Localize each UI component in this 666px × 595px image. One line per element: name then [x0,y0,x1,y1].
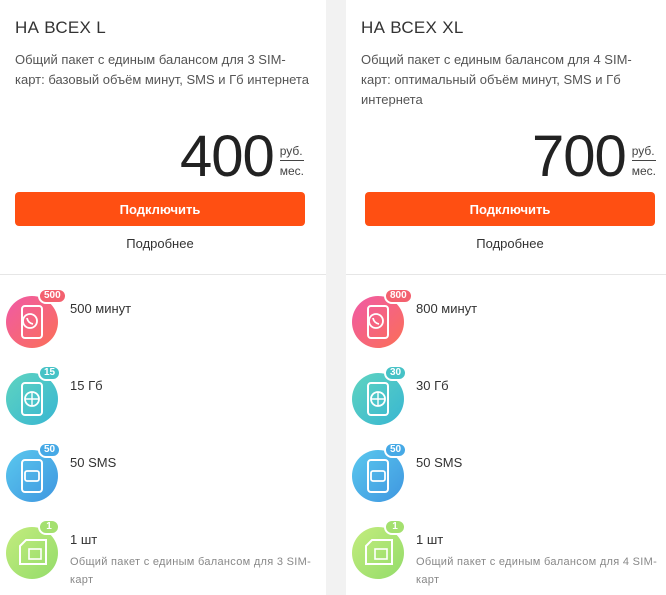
sms-badge: 50 [38,442,62,458]
sim-badge: 1 [38,519,60,535]
internet-badge: 15 [38,365,62,381]
details-link[interactable]: Подробнее [0,236,320,251]
plan-header: НА ВСЕХ L Общий пакет с единым балансом … [0,0,326,275]
price-unit: руб. мес. [279,144,304,178]
internet-badge: 30 [384,365,408,381]
price-value: 700 [531,124,627,189]
sms-badge: 50 [384,442,408,458]
sms-text: 50 SMS [416,455,463,470]
feature-minutes: 500 500 минут [0,288,326,366]
sim-card-icon: 1 [352,519,406,579]
price-period: мес. [279,164,304,178]
minutes-text: 800 минут [416,301,478,316]
price-value: 400 [179,124,275,189]
sim-badge: 1 [384,519,406,535]
feature-sim: 1 1 шт Общий пакет с единым балансом для… [346,519,666,595]
plan-title: НА ВСЕХ L [15,18,106,37]
price-currency: руб. [279,144,304,161]
sim-text: 1 шт [416,532,444,547]
plan-title: НА ВСЕХ XL [361,18,464,37]
internet-text: 30 Гб [416,378,449,393]
details-link[interactable]: Подробнее [346,236,666,251]
minutes-badge: 800 [384,288,413,304]
feature-minutes: 800 800 минут [346,288,666,366]
feature-sim: 1 1 шт Общий пакет с единым балансом для… [0,519,326,595]
feature-internet: 30 30 Гб [346,365,666,443]
connect-button[interactable]: Подключить [15,192,305,226]
plan-card-l: НА ВСЕХ L Общий пакет с единым балансом … [0,0,326,595]
plan-price: 700 руб. мес. [532,128,656,186]
globe-phone-icon: 15 [6,365,62,425]
sim-subtext: Общий пакет с единым балансом для 3 SIM-… [70,556,312,586]
internet-text: 15 Гб [70,378,103,393]
price-unit: руб. мес. [631,144,656,178]
phone-call-icon: 800 [352,288,413,348]
message-phone-icon: 50 [6,442,62,502]
feature-sms: 50 50 SMS [346,442,666,520]
sms-text: 50 SMS [70,455,117,470]
feature-internet: 15 15 Гб [0,365,326,443]
plan-description: Общий пакет с единым балансом для 4 SIM-… [361,52,632,107]
plan-card-xl: НА ВСЕХ XL Общий пакет с единым балансом… [346,0,666,595]
phone-call-icon: 500 [6,288,67,348]
sim-text: 1 шт [70,532,98,547]
plan-description: Общий пакет с единым балансом для 3 SIM-… [15,52,309,87]
globe-phone-icon: 30 [352,365,408,425]
plan-header: НА ВСЕХ XL Общий пакет с единым балансом… [346,0,666,275]
minutes-text: 500 минут [70,301,132,316]
price-currency: руб. [631,144,656,161]
minutes-badge: 500 [38,288,67,304]
sim-card-icon: 1 [6,519,60,579]
message-phone-icon: 50 [352,442,408,502]
plan-price: 400 руб. мес. [180,128,304,186]
price-period: мес. [631,164,656,178]
sim-subtext: Общий пакет с единым балансом для 4 SIM-… [416,556,658,586]
connect-button[interactable]: Подключить [365,192,655,226]
feature-sms: 50 50 SMS [0,442,326,520]
